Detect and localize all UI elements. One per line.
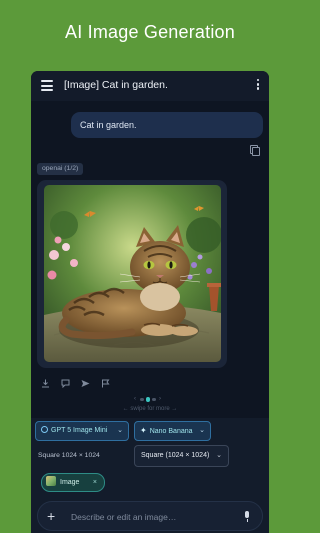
close-icon[interactable]: ×: [93, 474, 97, 491]
flag-icon[interactable]: [101, 375, 110, 388]
generated-image-card: [37, 180, 227, 368]
size-select[interactable]: Square (1024 × 1024) ⌄: [134, 445, 229, 467]
banner-title: AI Image Generation: [65, 22, 235, 42]
generation-panel: GPT 5 Image Mini ⌄ ✦ Nano Banana ⌄ Square…: [31, 418, 269, 533]
openai-icon: [41, 426, 48, 433]
chevron-down-icon: ⌄: [117, 427, 123, 434]
app-bar: [Image] Cat in garden.: [31, 71, 269, 101]
user-message-bubble: Cat in garden.: [71, 112, 263, 138]
generated-image[interactable]: [44, 185, 221, 362]
pager-dot[interactable]: [152, 397, 156, 401]
comment-icon[interactable]: [61, 375, 70, 389]
add-icon[interactable]: +: [47, 506, 55, 526]
microphone-icon[interactable]: [244, 511, 250, 523]
sparkle-icon: ✦: [140, 426, 147, 435]
pager-dot[interactable]: [140, 397, 144, 401]
conversation-title: [Image] Cat in garden.: [64, 79, 168, 91]
prompt-composer[interactable]: + Describe or edit an image…: [37, 501, 263, 531]
image-chip-label: Image: [60, 479, 80, 486]
model-label: GPT 5 Image Mini: [51, 427, 108, 434]
model-select-nano[interactable]: ✦ Nano Banana ⌄: [134, 421, 211, 441]
size-select-value: Square (1024 × 1024): [141, 452, 210, 459]
swipe-hint: ← swipe for more →: [122, 406, 178, 412]
image-mode-chip[interactable]: Image ×: [41, 473, 105, 492]
more-options-icon[interactable]: [256, 79, 260, 93]
send-icon[interactable]: [81, 375, 90, 387]
chevron-down-icon: ⌄: [199, 427, 205, 434]
download-icon[interactable]: [41, 375, 50, 388]
pager-next-icon[interactable]: ›: [159, 395, 161, 403]
pager-prev-icon[interactable]: ‹: [134, 395, 136, 403]
menu-icon[interactable]: [41, 80, 53, 91]
model-label: Nano Banana: [149, 428, 193, 435]
chevron-down-icon: ⌄: [216, 452, 222, 459]
size-label: Square 1024 × 1024: [38, 452, 100, 459]
copy-icon[interactable]: [250, 145, 260, 156]
phone-screen: [Image] Cat in garden. Cat in garden. op…: [31, 71, 269, 533]
provider-label: openai (1/2): [37, 163, 84, 175]
result-pager: ‹ ›: [31, 395, 269, 403]
prompt-input[interactable]: Describe or edit an image…: [71, 512, 176, 522]
model-select-gpt[interactable]: GPT 5 Image Mini ⌄: [35, 421, 129, 441]
pager-dot-active[interactable]: [145, 397, 150, 402]
image-thumbnail-icon: [46, 476, 56, 486]
